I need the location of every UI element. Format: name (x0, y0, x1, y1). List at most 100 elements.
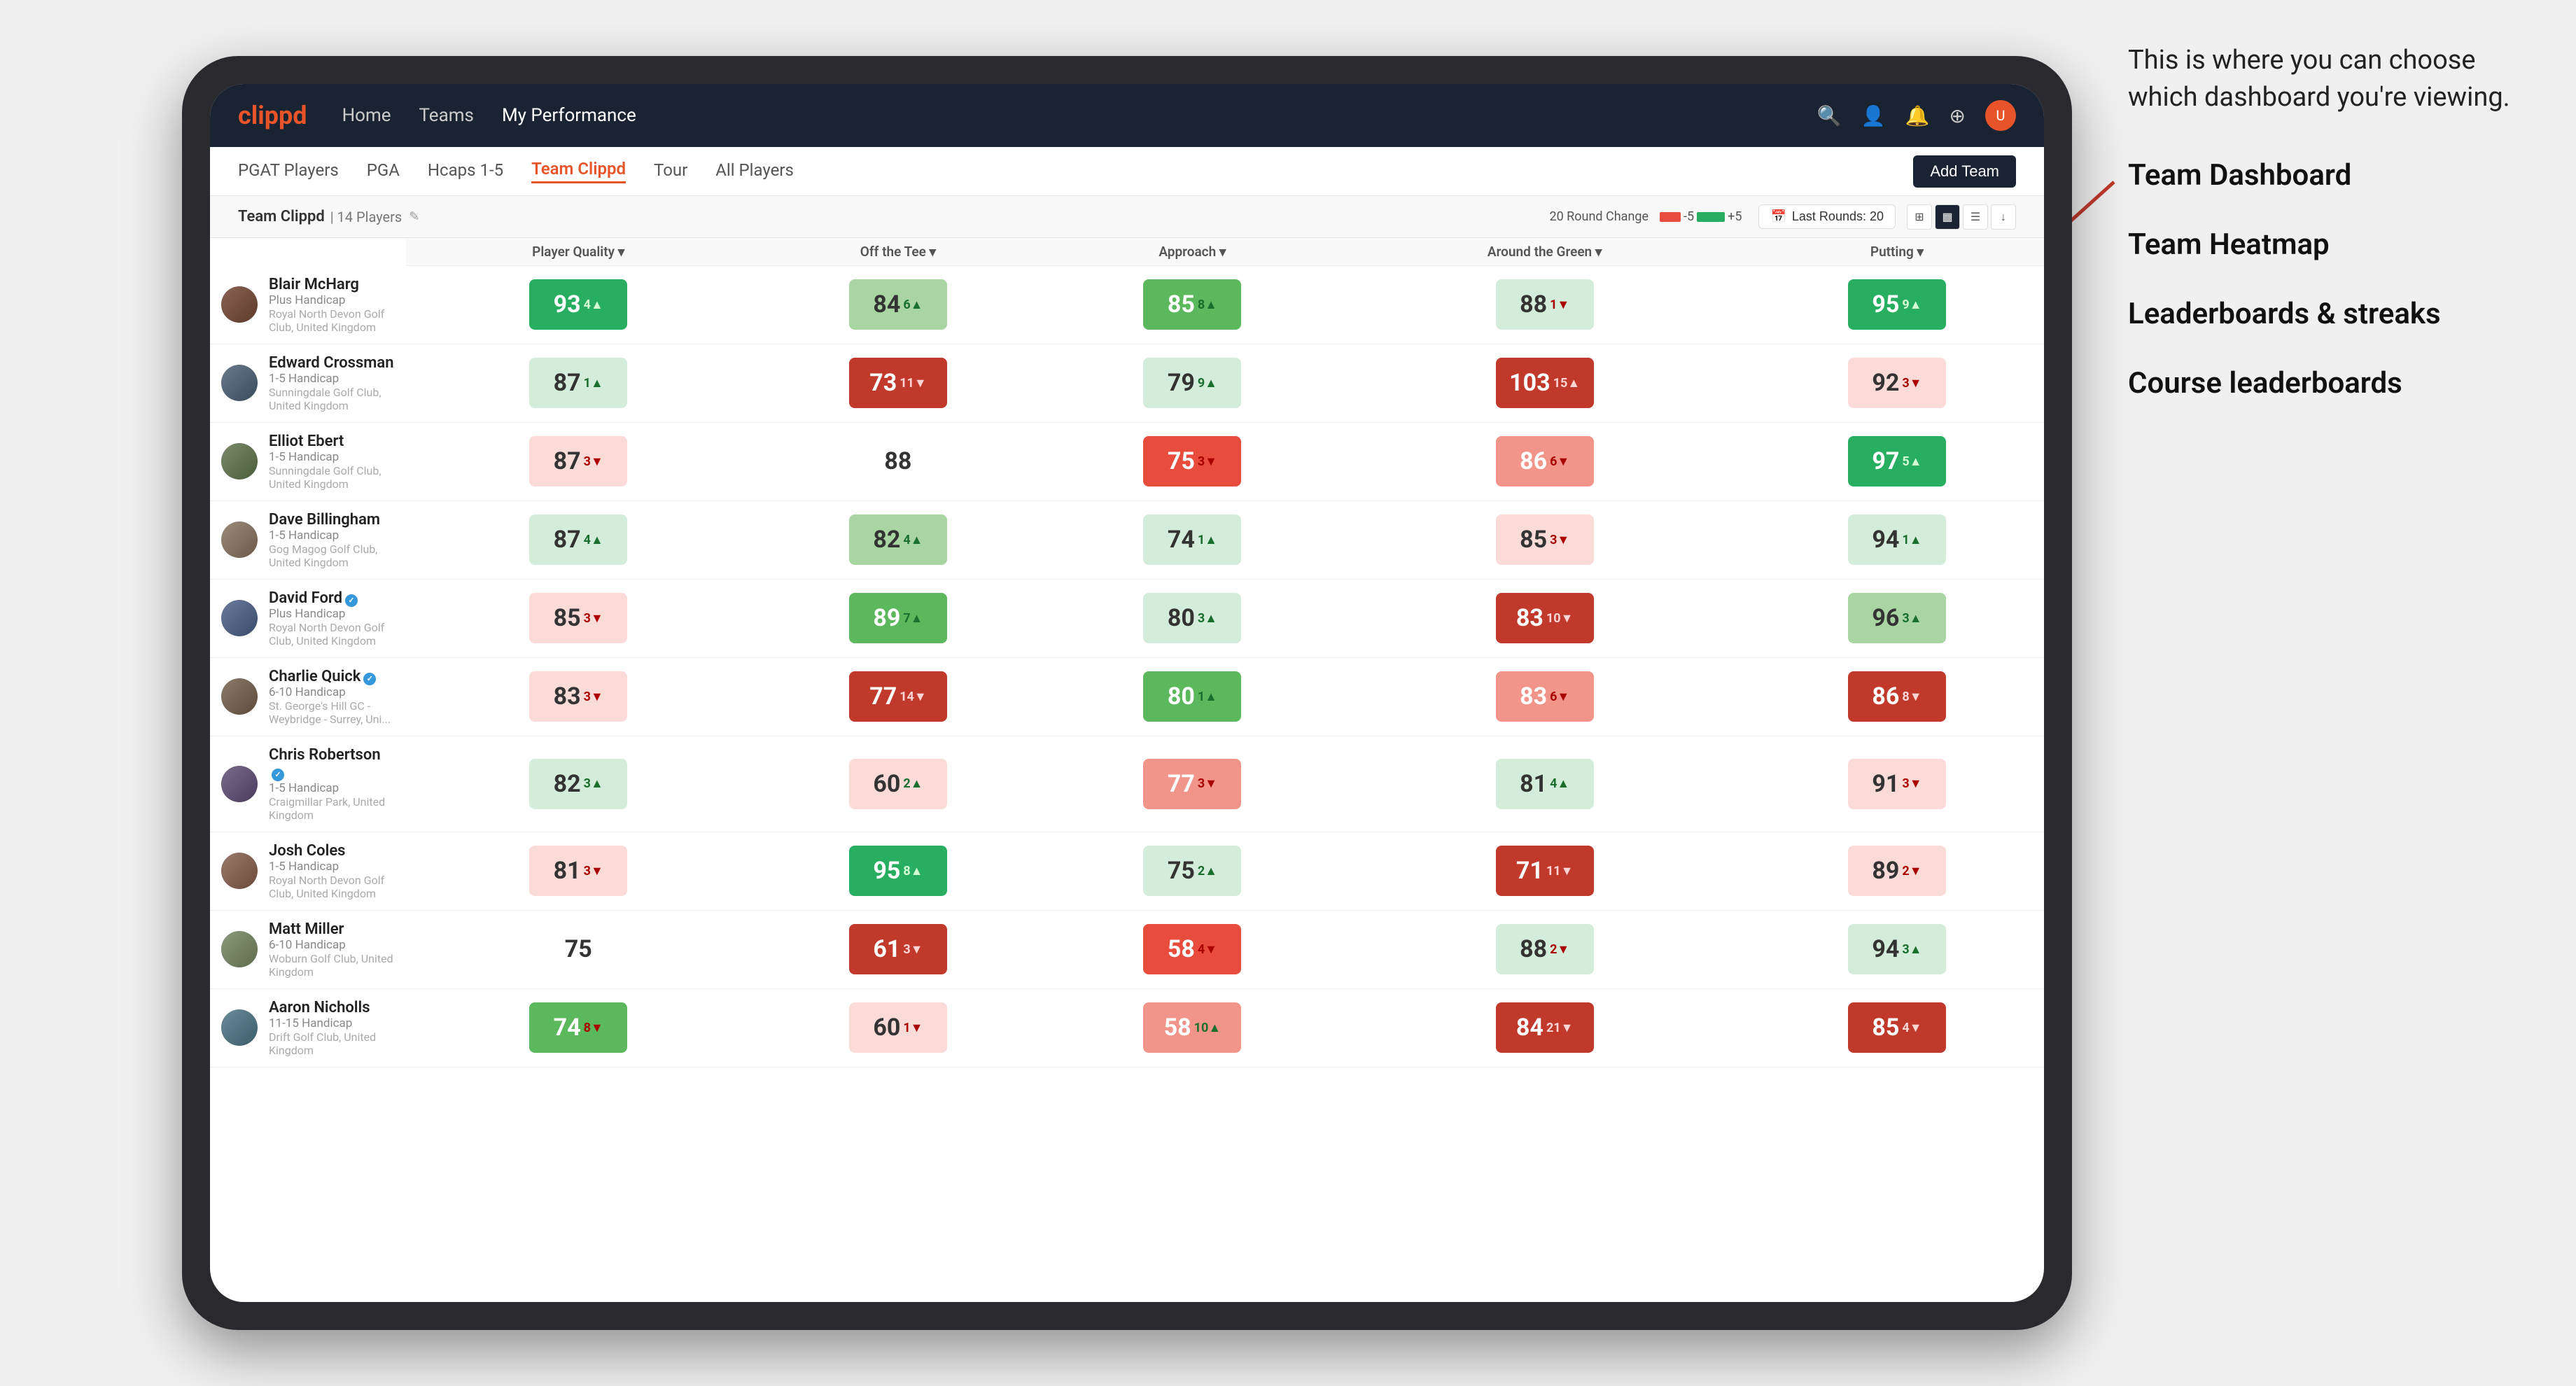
nav-link-home[interactable]: Home (342, 105, 391, 126)
score-number: 94 (1872, 526, 1899, 554)
list-view-btn[interactable]: ☰ (1963, 204, 1988, 230)
subnav-teamclippd[interactable]: Team Clippd (531, 159, 626, 183)
last-rounds-button[interactable]: 📅 Last Rounds: 20 (1758, 204, 1896, 229)
player-cell[interactable]: Aaron Nicholls11-15 HandicapDrift Golf C… (210, 988, 406, 1067)
table-row: Aaron Nicholls11-15 HandicapDrift Golf C… (210, 988, 2044, 1067)
navbar: clippd Home Teams My Performance 🔍 👤 🔔 ⊕… (210, 84, 2044, 147)
bar-neg: -5 (1684, 209, 1694, 224)
table-row: Blair McHargPlus HandicapRoyal North Dev… (210, 266, 2044, 344)
score-number: 82 (554, 770, 581, 798)
avatar (221, 365, 258, 401)
score-box: 8421▼ (1496, 1002, 1594, 1053)
team-bar: Team Clippd | 14 Players ✎ 20 Round Chan… (210, 196, 2044, 238)
score-change: 3▼ (584, 690, 603, 704)
player-name: Aaron Nicholls (269, 999, 395, 1016)
score-change: 3▲ (1198, 611, 1217, 626)
player-cell[interactable]: Elliot Ebert1-5 HandicapSunningdale Golf… (210, 422, 406, 500)
score-number: 75 (1168, 447, 1195, 475)
heatmap-view-btn[interactable]: ▦ (1935, 204, 1960, 230)
avatar (221, 286, 258, 323)
player-cell[interactable]: Edward Crossman1-5 HandicapSunningdale G… (210, 344, 406, 422)
search-icon[interactable]: 🔍 (1817, 104, 1842, 127)
player-cell[interactable]: Matt Miller6-10 HandicapWoburn Golf Club… (210, 910, 406, 988)
col-quality-header: Player Quality ▾ (406, 238, 750, 266)
score-change: 3▲ (584, 776, 603, 791)
player-cell[interactable]: David Ford✓Plus HandicapRoyal North Devo… (210, 579, 406, 657)
table-row: Chris Robertson✓1-5 HandicapCraigmillar … (210, 736, 2044, 832)
score-change: 1▼ (1550, 298, 1569, 312)
annotation-item: Course leaderboards (2128, 366, 2534, 400)
player-club: Royal North Devon Golf Club, United King… (269, 874, 395, 900)
player-cell[interactable]: Blair McHargPlus HandicapRoyal North Dev… (210, 266, 406, 344)
score-number: 88 (1520, 290, 1547, 318)
add-team-button[interactable]: Add Team (1913, 155, 2016, 188)
grid-view-btn[interactable]: ⊞ (1907, 204, 1932, 230)
score-box: 753▼ (1143, 436, 1241, 486)
score-cell: 753▼ (1045, 422, 1339, 500)
score-box: 943▲ (1848, 924, 1946, 974)
player-cell[interactable]: Josh Coles1-5 HandicapRoyal North Devon … (210, 832, 406, 910)
subnav-pgat[interactable]: PGAT Players (238, 160, 339, 183)
player-handicap: 1-5 Handicap (269, 781, 395, 795)
player-handicap: 1-5 Handicap (269, 860, 395, 874)
score-change: 9▲ (1198, 376, 1217, 391)
player-handicap: 1-5 Handicap (269, 450, 395, 464)
score-cell: 584▼ (1045, 910, 1339, 988)
subnav-hcaps[interactable]: Hcaps 1-5 (428, 160, 503, 183)
score-cell: 923▼ (1750, 344, 2044, 422)
annotation-item: Team Heatmap (2128, 227, 2534, 262)
edit-icon[interactable]: ✎ (409, 209, 419, 224)
score-change: 3▲ (1902, 942, 1921, 957)
score-cell: 943▲ (1750, 910, 2044, 988)
nav-link-teams[interactable]: Teams (419, 105, 474, 126)
score-cell: 8421▼ (1339, 988, 1750, 1067)
score-number: 84 (873, 290, 900, 318)
score-cell: 75 (406, 910, 750, 988)
avatar (221, 931, 258, 967)
score-number: 75 (1168, 857, 1195, 885)
nav-link-myperformance[interactable]: My Performance (502, 105, 636, 126)
score-box: 836▼ (1496, 671, 1594, 722)
bell-icon[interactable]: 🔔 (1905, 104, 1930, 127)
settings-icon[interactable]: ⊕ (1949, 104, 1966, 127)
player-club: Craigmillar Park, United Kingdom (269, 795, 395, 822)
player-cell[interactable]: Dave Billingham1-5 HandicapGog Magog Gol… (210, 500, 406, 579)
score-cell: 613▼ (750, 910, 1045, 988)
score-box: 958▲ (849, 846, 947, 896)
score-change: 11▼ (1546, 864, 1573, 878)
subnav-tour[interactable]: Tour (654, 160, 687, 183)
score-change: 3▼ (584, 454, 603, 469)
score-change: 8▲ (1198, 298, 1217, 312)
user-icon[interactable]: 👤 (1861, 104, 1886, 127)
score-box: 88 (849, 436, 947, 486)
score-change: 5▲ (1902, 454, 1921, 469)
tablet-frame: clippd Home Teams My Performance 🔍 👤 🔔 ⊕… (182, 56, 2072, 1330)
score-change: 4▲ (1550, 776, 1569, 791)
download-btn[interactable]: ↓ (1991, 204, 2016, 230)
score-change: 3▼ (1198, 776, 1217, 791)
nav-icons: 🔍 👤 🔔 ⊕ U (1817, 100, 2016, 131)
col-putting-header: Putting ▾ (1750, 238, 2044, 266)
score-change: 14▼ (899, 690, 926, 704)
score-box: 934▲ (529, 279, 627, 330)
score-number: 97 (1872, 447, 1899, 475)
avatar (221, 1009, 258, 1046)
score-change: 8▼ (1902, 690, 1921, 704)
score-change: 10▲ (1194, 1021, 1221, 1035)
score-cell: 752▲ (1045, 832, 1339, 910)
player-name: David Ford✓ (269, 589, 395, 607)
score-cell: 873▼ (406, 422, 750, 500)
player-cell[interactable]: Chris Robertson✓1-5 HandicapCraigmillar … (210, 736, 406, 832)
score-box: 853▼ (1496, 514, 1594, 565)
score-number: 83 (554, 682, 581, 710)
subnav-allplayers[interactable]: All Players (715, 160, 794, 183)
avatar[interactable]: U (1985, 100, 2016, 131)
score-cell: 941▲ (1750, 500, 2044, 579)
table-row: David Ford✓Plus HandicapRoyal North Devo… (210, 579, 2044, 657)
score-number: 75 (565, 935, 592, 963)
player-cell[interactable]: Charlie Quick✓6-10 HandicapSt. George's … (210, 657, 406, 736)
subnav-pga[interactable]: PGA (367, 160, 400, 183)
score-box: 801▲ (1143, 671, 1241, 722)
score-box: 868▼ (1848, 671, 1946, 722)
score-change: 4▼ (1198, 942, 1217, 957)
